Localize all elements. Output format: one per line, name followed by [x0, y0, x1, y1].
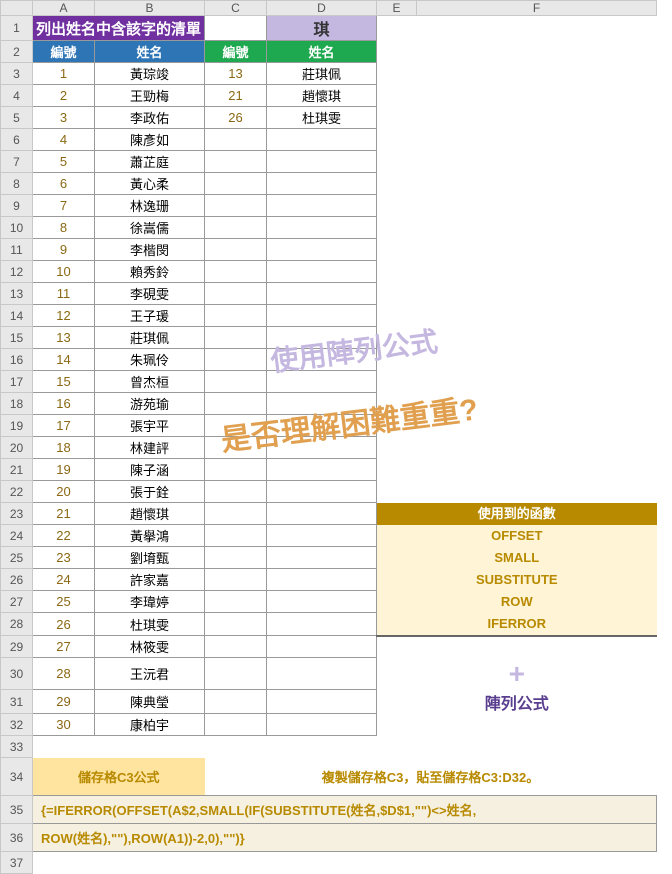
spreadsheet: ABCDEF1列出姓名中含該字的清單琪2編號姓名編號姓名31黃琮竣13莊琪佩42…: [0, 0, 657, 874]
